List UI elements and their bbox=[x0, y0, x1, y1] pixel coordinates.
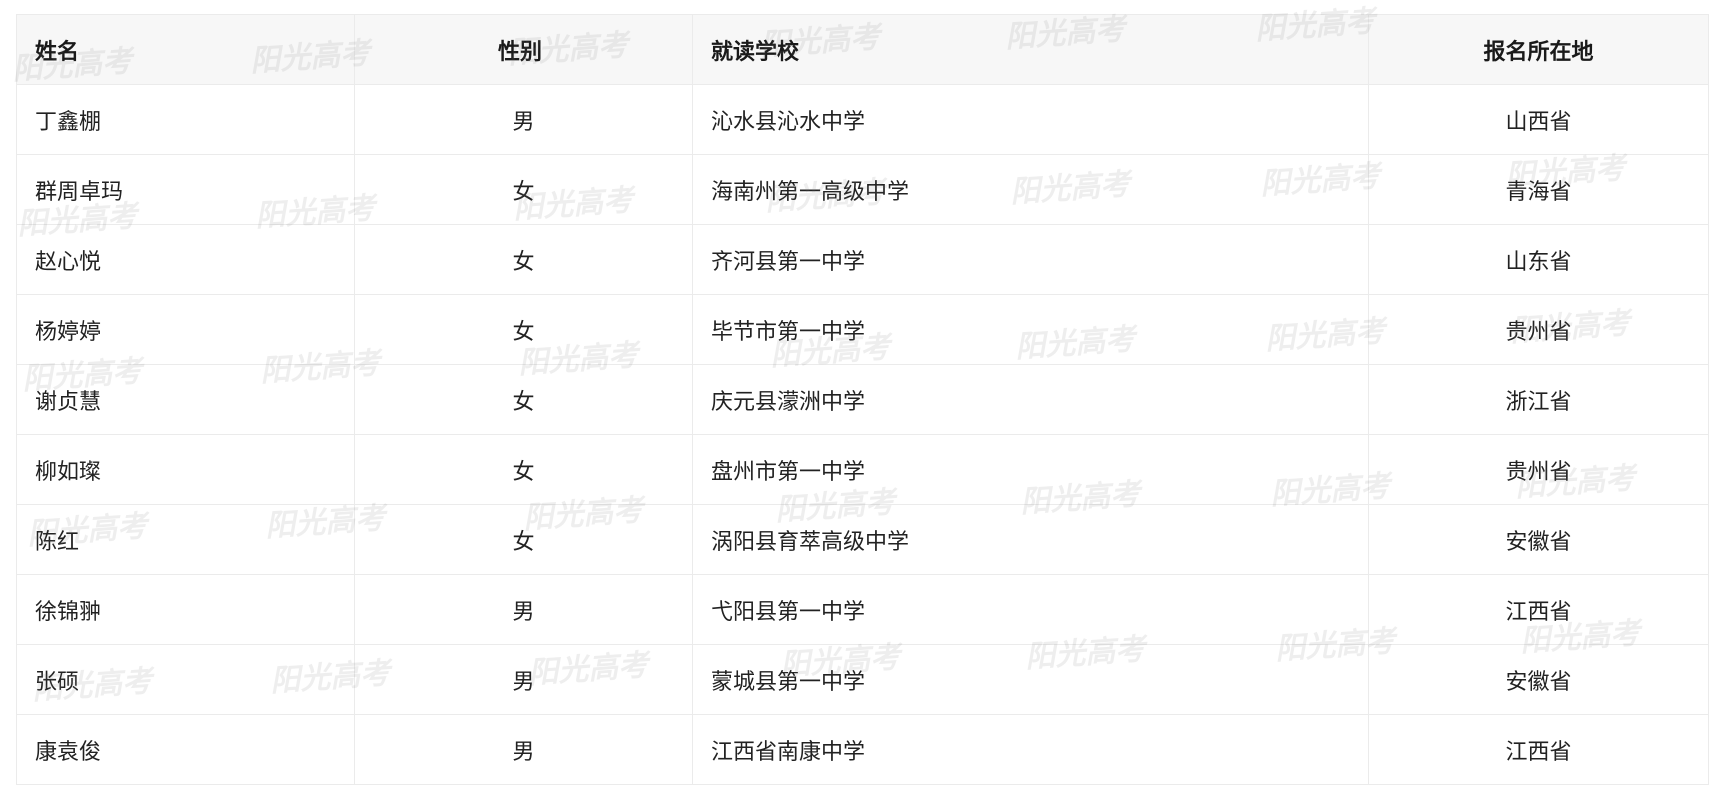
cell-gender: 男 bbox=[354, 644, 693, 715]
cell-school: 蒙城县第一中学 bbox=[692, 644, 1369, 715]
admission-table: 姓名 性别 就读学校 报名所在地 丁鑫棚 男 沁水县沁水中学 山西省 群周卓玛 … bbox=[16, 14, 1709, 785]
cell-name: 柳如璨 bbox=[16, 434, 355, 505]
cell-school: 江西省南康中学 bbox=[692, 714, 1369, 785]
cell-location: 安徽省 bbox=[1368, 504, 1709, 575]
cell-location: 安徽省 bbox=[1368, 644, 1709, 715]
cell-name: 陈红 bbox=[16, 504, 355, 575]
cell-gender: 女 bbox=[354, 154, 693, 225]
cell-location: 贵州省 bbox=[1368, 294, 1709, 365]
table-row: 张硕 男 蒙城县第一中学 安徽省 bbox=[16, 644, 1709, 715]
cell-name: 康袁俊 bbox=[16, 714, 355, 785]
cell-gender: 女 bbox=[354, 434, 693, 505]
cell-school: 盘州市第一中学 bbox=[692, 434, 1369, 505]
cell-location: 山西省 bbox=[1368, 84, 1709, 155]
cell-name: 谢贞慧 bbox=[16, 364, 355, 435]
table-row: 群周卓玛 女 海南州第一高级中学 青海省 bbox=[16, 154, 1709, 225]
cell-school: 弋阳县第一中学 bbox=[692, 574, 1369, 645]
admission-table-container: 姓名 性别 就读学校 报名所在地 丁鑫棚 男 沁水县沁水中学 山西省 群周卓玛 … bbox=[16, 14, 1709, 785]
cell-school: 沁水县沁水中学 bbox=[692, 84, 1369, 155]
cell-school: 齐河县第一中学 bbox=[692, 224, 1369, 295]
table-row: 赵心悦 女 齐河县第一中学 山东省 bbox=[16, 224, 1709, 295]
page: 姓名 性别 就读学校 报名所在地 丁鑫棚 男 沁水县沁水中学 山西省 群周卓玛 … bbox=[0, 0, 1720, 799]
cell-gender: 女 bbox=[354, 294, 693, 365]
table-row: 柳如璨 女 盘州市第一中学 贵州省 bbox=[16, 434, 1709, 505]
cell-school: 海南州第一高级中学 bbox=[692, 154, 1369, 225]
cell-location: 浙江省 bbox=[1368, 364, 1709, 435]
table-row: 陈红 女 涡阳县育萃高级中学 安徽省 bbox=[16, 504, 1709, 575]
cell-gender: 女 bbox=[354, 504, 693, 575]
header-school: 就读学校 bbox=[692, 14, 1369, 85]
table-row: 康袁俊 男 江西省南康中学 江西省 bbox=[16, 714, 1709, 785]
cell-gender: 男 bbox=[354, 714, 693, 785]
cell-school: 毕节市第一中学 bbox=[692, 294, 1369, 365]
cell-name: 群周卓玛 bbox=[16, 154, 355, 225]
cell-location: 山东省 bbox=[1368, 224, 1709, 295]
cell-name: 丁鑫棚 bbox=[16, 84, 355, 155]
cell-location: 江西省 bbox=[1368, 574, 1709, 645]
cell-location: 青海省 bbox=[1368, 154, 1709, 225]
table-row: 徐锦翀 男 弋阳县第一中学 江西省 bbox=[16, 574, 1709, 645]
table-row: 谢贞慧 女 庆元县濛洲中学 浙江省 bbox=[16, 364, 1709, 435]
cell-name: 赵心悦 bbox=[16, 224, 355, 295]
cell-gender: 男 bbox=[354, 574, 693, 645]
cell-gender: 女 bbox=[354, 224, 693, 295]
cell-location: 江西省 bbox=[1368, 714, 1709, 785]
table-row: 丁鑫棚 男 沁水县沁水中学 山西省 bbox=[16, 84, 1709, 155]
cell-location: 贵州省 bbox=[1368, 434, 1709, 505]
cell-name: 徐锦翀 bbox=[16, 574, 355, 645]
table-header-row: 姓名 性别 就读学校 报名所在地 bbox=[16, 14, 1709, 85]
cell-school: 涡阳县育萃高级中学 bbox=[692, 504, 1369, 575]
cell-name: 张硕 bbox=[16, 644, 355, 715]
header-gender: 性别 bbox=[354, 14, 693, 85]
header-name: 姓名 bbox=[16, 14, 355, 85]
header-location: 报名所在地 bbox=[1368, 14, 1709, 85]
cell-gender: 男 bbox=[354, 84, 693, 155]
table-row: 杨婷婷 女 毕节市第一中学 贵州省 bbox=[16, 294, 1709, 365]
cell-gender: 女 bbox=[354, 364, 693, 435]
cell-school: 庆元县濛洲中学 bbox=[692, 364, 1369, 435]
cell-name: 杨婷婷 bbox=[16, 294, 355, 365]
